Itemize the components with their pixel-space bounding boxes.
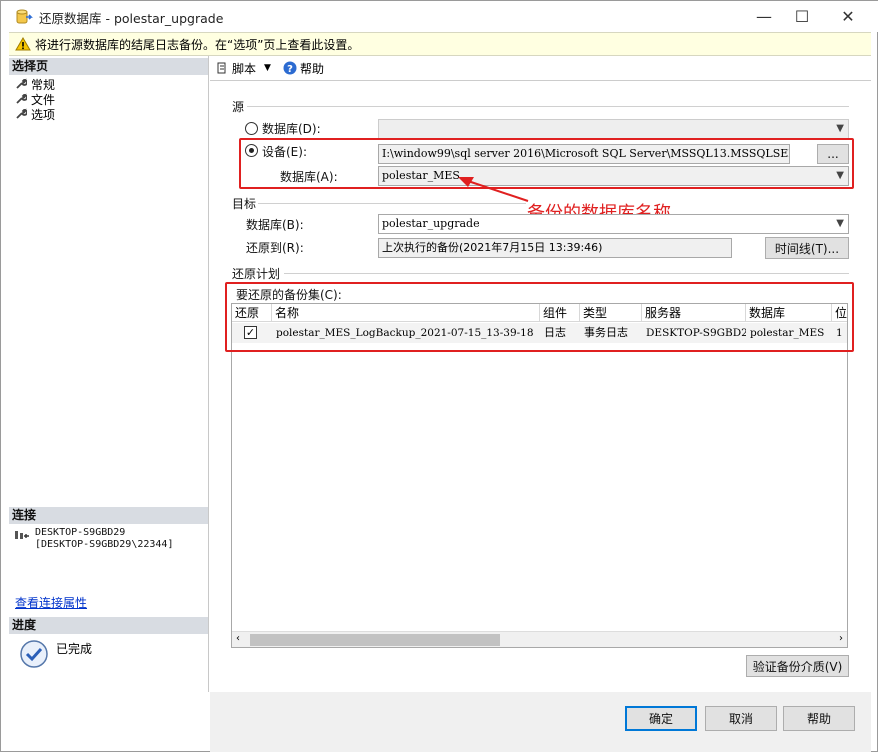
verify-backup-media-button[interactable]: 验证备份介质(V) [746, 655, 849, 677]
source-database-radio[interactable] [245, 122, 258, 135]
source-database-select: ▼ [378, 119, 849, 139]
svg-text:?: ? [287, 64, 293, 75]
page-item-options[interactable]: 选项 [15, 106, 55, 122]
target-database-value: polestar_upgrade [382, 217, 480, 230]
page-item-label: 选项 [31, 107, 56, 122]
connection-info: DESKTOP-S9GBD29 [DESKTOP-S9GBD29\22344] [35, 527, 173, 551]
scrollbar-thumb[interactable] [250, 634, 500, 646]
restore-to-label: 还原到(R): [246, 241, 304, 255]
target-group-label: 目标 [232, 197, 257, 211]
select-page-header: 选择页 [9, 58, 208, 75]
source-database-radio-label: 数据库(D): [262, 122, 321, 136]
annotation-arrow [458, 177, 529, 202]
left-pane: 选择页 常规 文件 选项 连接 DESKTOP-S9GBD29 [DESKTOP… [9, 56, 209, 692]
toolbar: 脚本 ▼ ? 帮助 [210, 56, 871, 81]
horizontal-scrollbar[interactable]: ‹ › [232, 631, 847, 647]
scroll-right-icon[interactable]: › [839, 633, 843, 644]
backup-sets-grid: 还原 名称 组件 类型 服务器 数据库 位 ✓ polestar_MES_Log… [231, 303, 848, 648]
database-restore-icon [16, 9, 33, 24]
ok-button[interactable]: 确定 [625, 706, 697, 731]
script-label: 脚本 [232, 61, 257, 76]
help-label: 帮助 [299, 61, 324, 76]
warning-text: 将进行源数据库的结尾日志备份。在“选项”页上查看此设置。 [35, 37, 360, 52]
target-database-dropdown[interactable]: polestar_upgrade ▼ [378, 214, 849, 234]
maximize-button[interactable]: ☐ [779, 1, 825, 32]
restore-plan-group-label: 还原计划 [232, 267, 281, 281]
completed-check-icon [20, 640, 48, 668]
timeline-button[interactable]: 时间线(T)... [765, 237, 849, 259]
divider [258, 203, 526, 204]
connection-user: [DESKTOP-S9GBD29\22344] [35, 539, 174, 550]
progress-status: 已完成 [56, 642, 93, 656]
wrench-icon [16, 93, 27, 104]
help-button[interactable]: 帮助 [783, 706, 855, 731]
cancel-button[interactable]: 取消 [705, 706, 777, 731]
connection-server: DESKTOP-S9GBD29 [35, 527, 126, 538]
scroll-left-icon[interactable]: ‹ [236, 633, 240, 644]
warning-icon [15, 37, 31, 51]
help-icon: ? [283, 61, 297, 75]
divider [284, 273, 849, 274]
help-toolbar-button[interactable]: ? 帮助 [283, 60, 324, 77]
connection-header: 连接 [9, 507, 208, 524]
warning-bar: 将进行源数据库的结尾日志备份。在“选项”页上查看此设置。 [9, 32, 871, 56]
wrench-icon [16, 108, 27, 119]
progress-header: 进度 [9, 617, 208, 634]
source-group-label: 源 [232, 100, 245, 114]
annotation-highlight-box [225, 282, 854, 352]
annotation-highlight-box [239, 138, 854, 189]
window-title: 还原数据库 - polestar_upgrade [39, 11, 224, 26]
chevron-down-icon: ▼ [264, 63, 271, 73]
restore-to-field: 上次执行的备份(2021年7月15日 13:39:46) [378, 238, 732, 258]
close-button[interactable]: ✕ [825, 1, 871, 32]
view-connection-properties-link[interactable]: 查看连接属性 [15, 594, 87, 611]
wrench-icon [16, 78, 27, 89]
chevron-down-icon: ▼ [836, 123, 844, 134]
title-bar: 还原数据库 - polestar_upgrade — ☐ ✕ [1, 1, 878, 32]
target-database-label: 数据库(B): [246, 218, 304, 232]
script-icon [217, 62, 226, 74]
restore-database-dialog: 还原数据库 - polestar_upgrade — ☐ ✕ 将进行源数据库的结… [0, 0, 878, 752]
script-button[interactable]: 脚本 ▼ [215, 60, 271, 77]
chevron-down-icon: ▼ [836, 218, 844, 229]
divider [247, 106, 849, 107]
server-connection-icon [15, 531, 29, 539]
